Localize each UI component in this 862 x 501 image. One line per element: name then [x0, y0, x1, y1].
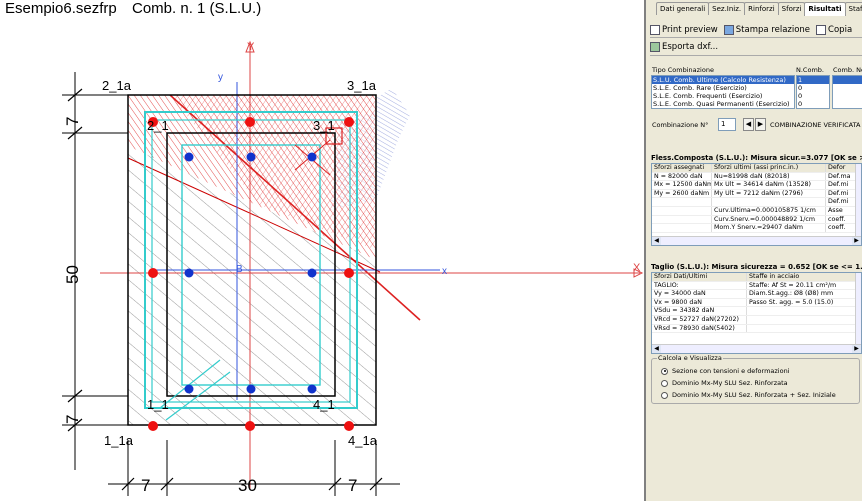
combination-type-item[interactable]: S.L.E. Comb. Quasi Permanenti (Esercizio… — [652, 100, 794, 108]
taglio-title: Taglio (S.L.U.): Misura sicurezza = 0.65… — [651, 263, 862, 271]
dim-label-height-bottom: 7 — [63, 415, 82, 424]
results-panel: Dati generali Sez.Iniz. Rinforzi Sforzi … — [644, 0, 862, 501]
radio-icon — [661, 379, 668, 387]
tab-sez-iniz[interactable]: Sez.Iniz. — [708, 2, 746, 15]
strain-diagram — [376, 88, 410, 200]
tab-risultati[interactable]: Risultati — [804, 2, 846, 16]
dim-label-width-mid: 30 — [238, 476, 257, 495]
table-row: Mom.Y Snerv.=29407 daNm coeff. — [652, 224, 861, 233]
print-preview-button[interactable]: Print preview — [650, 24, 718, 35]
vertex-label-2-1a: 2_1a — [102, 78, 132, 93]
option-dominio-rinforzata[interactable]: Dominio Mx-My SLU Sez. Rinforzata — [661, 379, 788, 387]
header-tipo-combinazione: Tipo Combinazione — [652, 66, 714, 74]
table-row: VRcd = 52727 daN(27202) — [652, 315, 861, 325]
combination-type-item[interactable]: S.L.U. Comb. Ultime (Calcolo Resistenza) — [652, 76, 794, 84]
combination-type-list[interactable]: S.L.U. Comb. Ultime (Calcolo Resistenza)… — [651, 75, 795, 109]
option-dominio-rinforzata-iniziale[interactable]: Dominio Mx-My SLU Sez. Rinforzata + Sez.… — [661, 391, 836, 399]
flessione-vscroll[interactable] — [855, 164, 861, 237]
tab-rinforzi[interactable]: Rinforzi — [744, 2, 779, 15]
radio-icon — [661, 391, 668, 399]
section-drawing: 2_1a 3_1a 1_1a 4_1a 3_1 2_1 1_1 4_1 y x … — [62, 40, 644, 496]
taglio-hscroll[interactable]: ◀ ▶ — [652, 344, 861, 353]
comb-nom-list[interactable] — [832, 75, 862, 109]
table-row: Curv.Snerv.=0.000048892 1/cm coeff. — [652, 215, 861, 225]
printer-icon — [723, 24, 734, 35]
vertex-label-1-1a: 1_1a — [104, 433, 134, 448]
radio-selected-icon — [661, 367, 668, 375]
tab-sforzi[interactable]: Sforzi — [777, 2, 806, 15]
inner-label-1-1: 1_1 — [147, 397, 169, 412]
dim-label-width-right: 7 — [348, 476, 357, 495]
calcola-visualizza-group: Calcola e Visualizza Sezione con tension… — [651, 354, 860, 404]
tab-bar: Dati generali Sez.Iniz. Rinforzi Sforzi … — [656, 2, 862, 16]
taglio-vscroll[interactable] — [855, 273, 861, 345]
print-preview-icon — [650, 24, 660, 35]
tab-dati-generali[interactable]: Dati generali — [656, 2, 710, 15]
centroid-label: B — [236, 264, 243, 275]
header-comb-nom: Comb. Nom. — [833, 66, 862, 74]
dim-label-height-mid: 50 — [63, 265, 82, 284]
vertex-label-3-1a: 3_1a — [347, 78, 377, 93]
taglio-grid[interactable]: Sforzi Dati/Ultimi Staffe in acciaio TAGL… — [651, 272, 862, 354]
table-row: My = 2600 daNm My Ult = 7212 daNm (2796) D… — [652, 189, 861, 199]
n-comb-list[interactable]: 1 0 0 0 — [796, 75, 830, 109]
global-x-label: X — [633, 262, 641, 274]
next-combination-button[interactable]: ▶ — [755, 118, 766, 131]
inner-label-2-1: 2_1 — [147, 118, 169, 133]
flessione-grid[interactable]: Sforzi assegnati Sforzi ultimi (assi prin… — [651, 163, 862, 246]
flessione-title: Fless.Composta (S.L.U.): Misura sicur.=3… — [651, 154, 862, 162]
inner-label-3-1: 3_1 — [313, 118, 335, 133]
toolbar-row-1: Print preview Stampa relazione Copia — [650, 22, 858, 37]
table-row: Curv.Ultima=0.000105875 1/cm Asse — [652, 206, 861, 216]
vertex-label-4-1a: 4_1a — [348, 433, 378, 448]
combinazione-label: Combinazione N° — [652, 121, 709, 129]
copy-icon — [816, 24, 827, 35]
combination-type-item[interactable]: S.L.E. Comb. Rare (Esercizio) — [652, 84, 794, 92]
table-row: VSdu = 34382 daN — [652, 307, 861, 316]
inner-label-4-1: 4_1 — [313, 397, 335, 412]
stampa-relazione-button[interactable]: Stampa relazione — [723, 24, 810, 35]
prev-combination-button[interactable]: ◀ — [743, 118, 754, 131]
section-drawing-canvas[interactable]: 2_1a 3_1a 1_1a 4_1a 3_1 2_1 1_1 4_1 y x … — [0, 0, 644, 501]
combination-title: Comb. n. 1 (S.L.U.) — [132, 0, 262, 17]
toolbar-row-2: Esporta dxf... — [650, 39, 724, 54]
table-row: Def.mi — [652, 198, 861, 207]
table-row: Mx = 12500 daNm Mx Ult = 34614 daNm (1352… — [652, 181, 861, 190]
table-row: TAGLIO: Staffe: Af St = 20.11 cm²/m — [652, 281, 861, 291]
option-sezione-tensioni[interactable]: Sezione con tensioni e deformazioni — [661, 367, 790, 375]
combinazione-input[interactable]: 1 — [718, 118, 736, 131]
esporta-dxf-button[interactable]: Esporta dxf... — [650, 41, 718, 52]
global-y-label: Y — [247, 41, 255, 53]
tab-staffe-duttilita[interactable]: Staffe-Duttilità — [844, 2, 862, 15]
copia-button[interactable]: Copia — [816, 24, 852, 35]
calcola-visualizza-title: Calcola e Visualizza — [657, 354, 723, 362]
combination-status: COMBINAZIONE VERIFICATA — [770, 121, 861, 129]
local-x-label: x — [442, 266, 447, 277]
table-row: N = 82000 daN Nu=81998 daN (82018) Def.ma — [652, 172, 861, 182]
dim-label-width-left: 7 — [141, 476, 150, 495]
export-icon — [650, 41, 660, 52]
flessione-hscroll[interactable]: ◀ ▶ — [652, 236, 861, 245]
table-row: Vx = 9800 daN Passo St. agg. = 5.0 (15.0) — [652, 298, 861, 308]
local-y-label: y — [218, 72, 223, 83]
header-n-comb: N.Comb. — [796, 66, 824, 74]
table-row: Vy = 34000 daN Diam.St.agg.: Ø8 (Ø8) mm — [652, 290, 861, 299]
table-row: VRsd = 78930 daN(5402) — [652, 324, 861, 334]
combination-type-item[interactable]: S.L.E. Comb. Frequenti (Esercizio) — [652, 92, 794, 100]
dim-label-height-top: 7 — [63, 117, 82, 126]
file-title: Esempio6.sezfrp — [5, 0, 117, 17]
